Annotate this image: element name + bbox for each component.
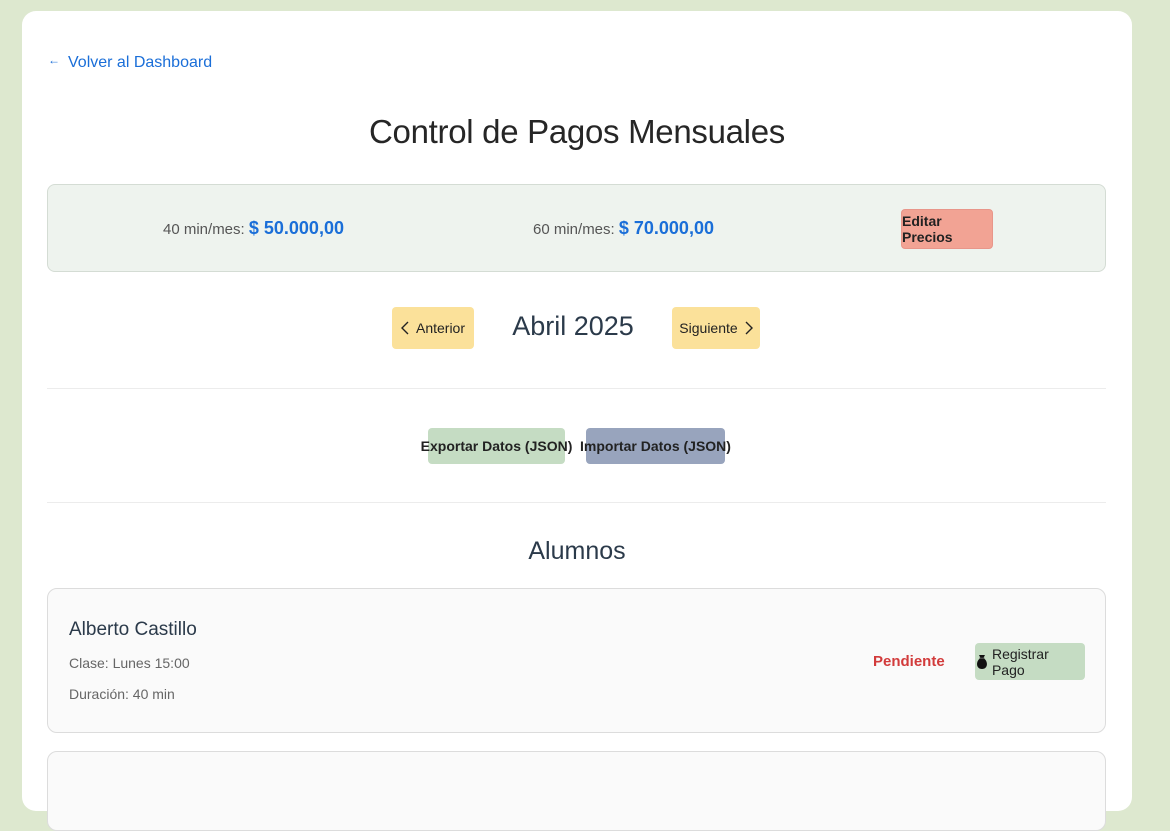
chevron-left-icon (400, 321, 409, 335)
page-title: Control de Pagos Mensuales (369, 113, 785, 150)
import-json-button[interactable]: Importar Datos (JSON) (580, 428, 731, 464)
previous-month-button[interactable]: Anterior (392, 307, 474, 349)
money-bag-icon (977, 654, 987, 669)
price-panel: 40 min/mes: $ 50.000,00 60 min/mes: $ 70… (47, 184, 1106, 272)
student-duration: Duración: 40 min (69, 686, 175, 702)
current-month-label: Abril 2025 (512, 311, 634, 341)
month-navigation: Anterior Abril 2025 Siguiente (22, 307, 1132, 349)
previous-month-label: Anterior (415, 320, 466, 336)
price-40-amount: $ 50.000,00 (248, 218, 344, 238)
students-section-title: Alumnos (528, 537, 626, 565)
divider (47, 388, 1106, 389)
student-card (47, 751, 1106, 831)
chevron-right-icon (745, 321, 753, 335)
payment-status-badge: Pendiente (873, 653, 945, 670)
register-payment-label: Registrar Pago (991, 645, 1049, 678)
student-class-info: Clase: Lunes 15:00 (69, 655, 190, 671)
next-month-label: Siguiente (679, 320, 738, 336)
price-40-label: 40 min/mes: (163, 221, 245, 238)
back-link-label: Volver al Dashboard (68, 54, 213, 71)
register-payment-button[interactable]: Registrar Pago (975, 643, 1085, 680)
edit-prices-button[interactable]: Editar Precios (901, 209, 993, 249)
price-60-amount: $ 70.000,00 (618, 218, 714, 238)
price-60-min: 60 min/mes: $ 70.000,00 (533, 218, 714, 239)
main-card: ← Volver al Dashboard Control de Pagos M… (22, 11, 1132, 831)
export-json-button[interactable]: Exportar Datos (JSON) (421, 428, 572, 464)
next-month-button[interactable]: Siguiente (672, 307, 760, 349)
student-name: Alberto Castillo (69, 619, 197, 640)
arrow-left-icon: ← (48, 53, 60, 67)
back-to-dashboard-link[interactable]: ← Volver al Dashboard (48, 53, 213, 72)
divider (47, 502, 1106, 503)
data-actions: Exportar Datos (JSON) Importar Datos (JS… (22, 428, 1132, 464)
price-60-label: 60 min/mes: (533, 221, 615, 238)
price-40-min: 40 min/mes: $ 50.000,00 (163, 218, 344, 239)
student-card: Alberto Castillo Clase: Lunes 15:00 Dura… (47, 588, 1106, 733)
